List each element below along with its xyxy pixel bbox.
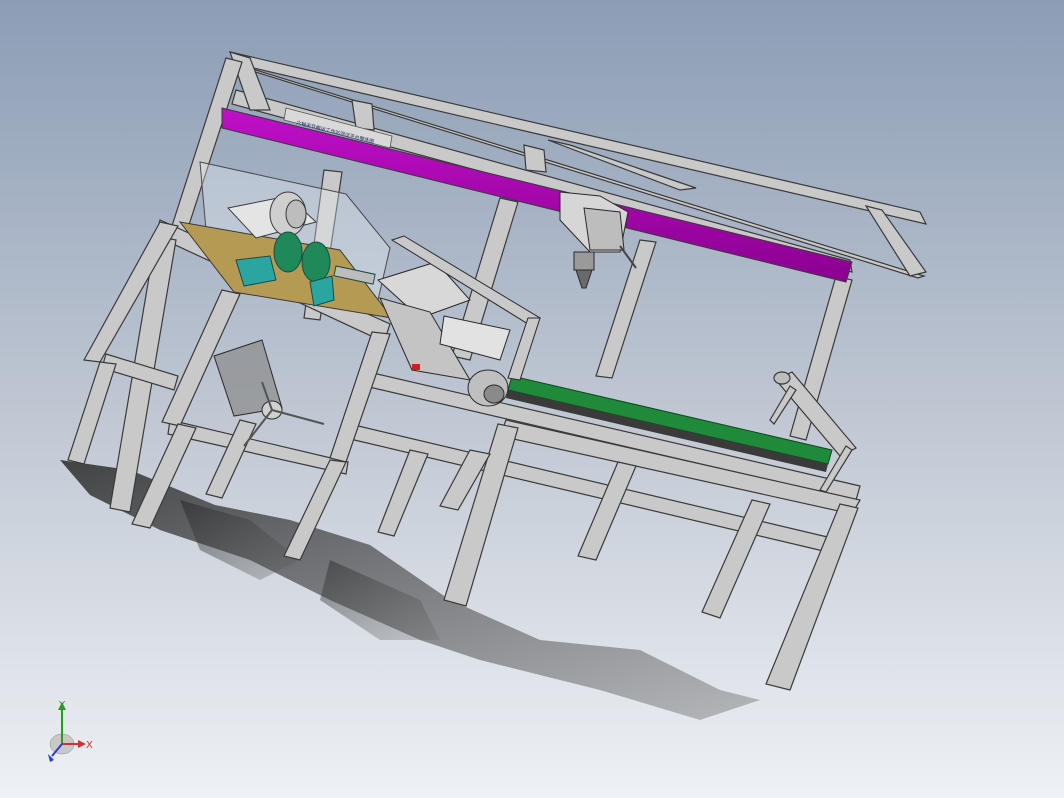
y-axis-label: Y xyxy=(58,700,66,711)
cad-viewport[interactable]: 六轴关节搬运工作站测试平台整体图 xyxy=(0,0,1064,798)
indicator-light xyxy=(412,364,420,370)
coordinate-triad: Y X xyxy=(48,700,93,762)
x-axis-label: X xyxy=(86,740,93,751)
